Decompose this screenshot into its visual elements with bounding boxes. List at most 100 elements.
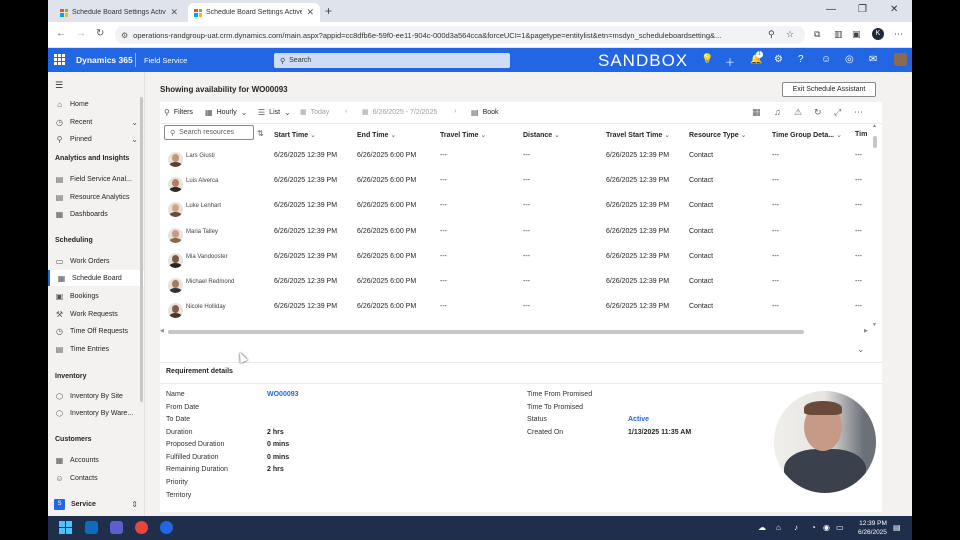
minimize-button[interactable]: — xyxy=(826,4,836,15)
alert-bell-icon[interactable]: ♫ xyxy=(774,107,781,117)
resource-row[interactable]: Michael Redmond 6/26/2025 12:39 PM 6/26/20… xyxy=(160,275,872,300)
resource-row[interactable]: Nicole Holliday 6/26/2025 12:39 PM 6/26/20… xyxy=(160,300,872,325)
column-header-time-group-details[interactable]: Time Group Deta... ⌄ xyxy=(772,131,842,139)
copilot-icon[interactable]: ◎ xyxy=(845,54,854,65)
collections-icon[interactable]: ▣ xyxy=(852,29,861,40)
split-screen-icon[interactable]: ▥ xyxy=(834,29,843,40)
column-header-end-time[interactable]: End Time ⌄ xyxy=(357,131,396,139)
scrollbar-thumb[interactable] xyxy=(168,330,804,334)
maximize-button[interactable]: ❐ xyxy=(858,4,867,15)
collapse-details-chevron-icon[interactable]: ⌄ xyxy=(857,344,865,355)
search-resources-input[interactable]: ⚲ Search resources xyxy=(164,125,254,140)
url-field[interactable]: ⚙ operations-randgroup-uat.crm.dynamics.… xyxy=(115,26,805,44)
cloud-icon[interactable]: ☁ xyxy=(758,523,766,532)
nav-work-requests[interactable]: ⚒ Work Requests xyxy=(48,306,144,322)
nav-inventory-by-site[interactable]: ⬡ Inventory By Site xyxy=(48,388,144,404)
app-launcher-icon[interactable] xyxy=(54,54,65,65)
resource-name[interactable]: Lars Giusti xyxy=(186,153,215,159)
resource-name[interactable]: Luis Alverca xyxy=(186,178,218,184)
back-button[interactable]: ← xyxy=(56,28,66,39)
nav-bookings[interactable]: ▣ Bookings xyxy=(48,288,144,304)
area-switcher[interactable]: S Service ⇕ xyxy=(48,494,144,514)
date-range-picker[interactable]: ▦ 6/26/2025 - 7/2/2025 xyxy=(362,108,437,117)
nav-time-entries[interactable]: ▤ Time Entries xyxy=(48,341,144,357)
app-icon[interactable] xyxy=(160,521,173,534)
chat-icon[interactable]: ✉ xyxy=(869,54,877,65)
teams-icon[interactable] xyxy=(110,521,123,534)
favorite-star-icon[interactable]: ☆ xyxy=(786,29,794,40)
chevron-down-icon[interactable]: ⌄ xyxy=(131,118,138,127)
resource-name[interactable]: Michael Redmond xyxy=(186,279,234,285)
resource-name[interactable]: Mia Vandooster xyxy=(186,254,228,260)
sidebar-scrollbar[interactable] xyxy=(140,97,143,402)
hourly-dropdown[interactable]: ▦ Hourly ⌄ xyxy=(205,108,248,117)
nav-home[interactable]: ⌂ Home xyxy=(48,96,144,112)
resource-row[interactable]: Luis Alverca 6/26/2025 12:39 PM 6/26/2025 … xyxy=(160,174,872,199)
sort-icon[interactable]: ⇅ xyxy=(257,129,264,138)
resource-row[interactable]: Mia Vandooster 6/26/2025 12:39 PM 6/26/202… xyxy=(160,250,872,275)
notification-center-icon[interactable]: ▤ xyxy=(893,523,901,532)
previous-range-button[interactable]: ‹ xyxy=(345,108,347,115)
wifi-icon[interactable]: ◔ xyxy=(811,523,816,532)
column-header-resource-type[interactable]: Resource Type ⌄ xyxy=(689,131,747,139)
system-clock[interactable]: 12:39 PM 6/26/2025 xyxy=(858,519,887,537)
close-tab-icon[interactable]: ✕ xyxy=(170,7,178,18)
site-info-icon[interactable]: ⚙ xyxy=(121,31,128,40)
today-button[interactable]: ▦ Today xyxy=(300,108,329,117)
scroll-right-arrow-icon[interactable]: ▶ xyxy=(864,328,868,334)
refresh-button[interactable]: ↻ xyxy=(96,28,104,39)
column-header-travel-time[interactable]: Travel Time ⌄ xyxy=(440,131,486,139)
scrollbar-thumb[interactable] xyxy=(873,136,877,148)
scroll-down-arrow-icon[interactable]: ▼ xyxy=(872,322,877,328)
profile-avatar[interactable]: K xyxy=(872,28,884,40)
nav-contacts[interactable]: ☺ Contacts xyxy=(48,470,144,486)
board-settings-icon[interactable]: ▦ xyxy=(752,107,761,118)
grid-vertical-scrollbar[interactable]: ▲ ▼ xyxy=(872,123,877,349)
next-range-button[interactable]: › xyxy=(454,108,456,115)
user-avatar[interactable] xyxy=(894,53,907,66)
expand-icon[interactable]: ⤢ xyxy=(834,107,841,118)
scroll-left-arrow-icon[interactable]: ◀ xyxy=(160,328,164,334)
help-icon[interactable]: ? xyxy=(798,54,804,65)
resource-row[interactable]: Maria Talley 6/26/2025 12:39 PM 6/26/2025 … xyxy=(160,225,872,250)
list-view-dropdown[interactable]: ☰ List ⌄ xyxy=(258,108,291,117)
forward-button[interactable]: → xyxy=(76,28,86,39)
column-header-distance[interactable]: Distance ⌄ xyxy=(523,131,560,139)
nav-work-orders[interactable]: ▭ Work Orders xyxy=(48,253,144,269)
resource-row[interactable]: Luke Lenhart 6/26/2025 12:39 PM 6/26/2025 … xyxy=(160,199,872,224)
detail-name-link[interactable]: WO00093 xyxy=(267,391,299,398)
filters-button[interactable]: ⚲ Filters xyxy=(164,108,193,117)
book-button[interactable]: ▤ Book xyxy=(471,108,499,117)
column-header-start-time[interactable]: Start Time ⌄ xyxy=(274,131,316,139)
nav-time-off-requests[interactable]: ◷ Time Off Requests xyxy=(48,323,144,339)
scroll-up-arrow-icon[interactable]: ▲ xyxy=(872,123,877,129)
microphone-icon[interactable]: ♪ xyxy=(794,523,798,532)
refresh-icon[interactable]: ↻ xyxy=(814,107,822,118)
volume-icon[interactable]: ◉ xyxy=(823,523,830,532)
close-tab-icon[interactable]: ✕ xyxy=(306,7,314,18)
zoom-icon[interactable]: ⚲ xyxy=(768,29,775,40)
resource-icon[interactable]: ⚠ xyxy=(794,107,802,118)
windows-start-icon[interactable] xyxy=(59,521,72,534)
nav-resource-analytics[interactable]: ▤ Resource Analytics xyxy=(48,189,144,205)
new-tab-button[interactable]: + xyxy=(325,4,332,18)
resource-name[interactable]: Luke Lenhart xyxy=(186,203,221,209)
battery-icon[interactable]: ▭ xyxy=(836,523,844,532)
nav-pinned[interactable]: ⚲ Pinned ⌄ xyxy=(48,131,144,147)
more-options-icon[interactable]: ⋯ xyxy=(854,107,863,118)
column-header-tim[interactable]: Tim xyxy=(855,131,867,138)
resource-name[interactable]: Nicole Holliday xyxy=(186,304,226,310)
chevron-down-icon[interactable]: ⌄ xyxy=(131,135,138,144)
resource-name[interactable]: Maria Talley xyxy=(186,229,218,235)
close-window-button[interactable]: ✕ xyxy=(890,4,898,15)
settings-gear-icon[interactable]: ⚙ xyxy=(774,54,783,65)
app-name[interactable]: Dynamics 365 xyxy=(76,55,133,65)
nav-inventory-by-warehouse[interactable]: ⬡ Inventory By Ware... xyxy=(48,405,144,421)
nav-recent[interactable]: ◷ Recent ⌄ xyxy=(48,114,144,130)
resource-row[interactable]: Lars Giusti 6/26/2025 12:39 PM 6/26/2025 6… xyxy=(160,149,872,174)
nav-schedule-board[interactable]: ▦ Schedule Board xyxy=(48,270,144,286)
outlook-icon[interactable] xyxy=(85,521,98,534)
onedrive-icon[interactable]: ⌂ xyxy=(776,523,781,532)
plus-icon[interactable]: ＋ xyxy=(725,54,735,69)
exit-schedule-assistant-button[interactable]: Exit Schedule Assistant xyxy=(782,82,876,97)
